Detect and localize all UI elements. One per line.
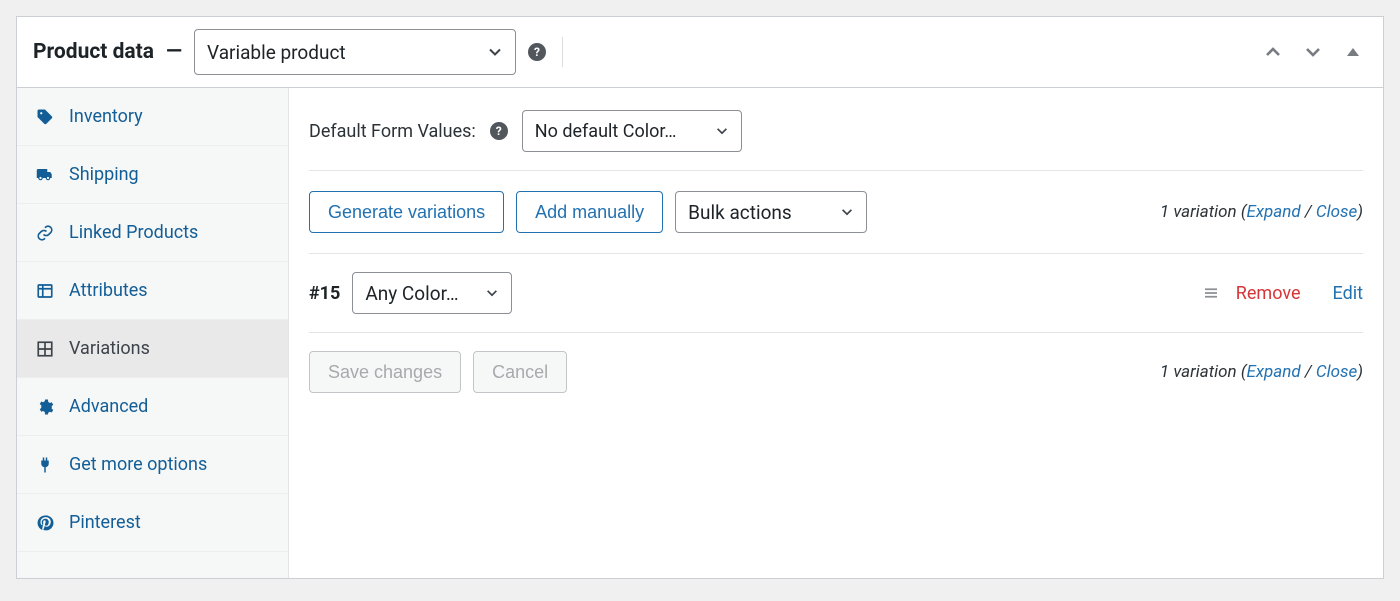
separator [562,37,563,67]
close-link[interactable]: Close [1316,362,1357,382]
count-text: 1 variation [1160,362,1237,382]
expand-link[interactable]: Expand [1246,202,1300,222]
tag-icon [35,108,55,126]
link-icon [35,224,55,242]
grid-icon [35,340,55,358]
default-color-select[interactable]: No default Color… [522,110,742,152]
sidebar-item-label: Variations [69,338,150,359]
sidebar-item-label: Get more options [69,454,207,475]
plug-icon [35,456,55,474]
bulk-actions-label: Bulk actions [688,201,792,224]
default-values-row: Default Form Values: ? No default Color… [309,104,1363,170]
sidebar-item-label: Advanced [69,396,148,417]
sidebar-item-more[interactable]: Get more options [17,436,288,494]
variations-footer: Save changes Cancel 1 variation (Expand … [309,333,1363,411]
chevron-down-icon [840,205,854,219]
sidebar-item-advanced[interactable]: Advanced [17,378,288,436]
collapse-toggle[interactable] [1339,38,1367,66]
dash: — [166,40,182,64]
variation-row: #15 Any Color… Remove Edit [309,254,1363,333]
move-up-button[interactable] [1259,38,1287,66]
sidebar-item-variations[interactable]: Variations [17,320,288,378]
bulk-actions-select[interactable]: Bulk actions [675,191,867,233]
sidebar-item-linked[interactable]: Linked Products [17,204,288,262]
edit-variation-button[interactable]: Edit [1333,283,1363,304]
main-content: Default Form Values: ? No default Color…… [289,88,1383,578]
help-icon[interactable]: ? [528,43,546,61]
product-type-label: Variable product [207,41,346,64]
sidebar-item-inventory[interactable]: Inventory [17,88,288,146]
save-changes-button[interactable]: Save changes [309,351,461,393]
variation-attribute-value: Any Color… [365,282,458,305]
variations-count: 1 variation (Expand / Close) [1160,202,1363,222]
remove-variation-button[interactable]: Remove [1236,283,1301,304]
chevron-down-icon [487,44,503,60]
generate-variations-button[interactable]: Generate variations [309,191,504,233]
default-color-value: No default Color… [535,121,677,142]
sidebar-item-attributes[interactable]: Attributes [17,262,288,320]
sidebar-item-label: Shipping [69,164,139,185]
product-data-panel: Product data — Variable product ? [16,16,1384,579]
panel-title: Product data [33,40,154,64]
pinterest-icon [35,514,55,532]
expand-link[interactable]: Expand [1246,362,1300,382]
sidebar-item-shipping[interactable]: Shipping [17,146,288,204]
panel-body: Inventory Shipping Linked Products Attri… [17,88,1383,578]
close-link[interactable]: Close [1316,202,1357,222]
chevron-down-icon [485,286,499,300]
sidebar-item-label: Attributes [69,280,148,301]
variation-id: #15 [309,283,340,304]
sidebar-item-pinterest[interactable]: Pinterest [17,494,288,552]
panel-header: Product data — Variable product ? [17,17,1383,88]
drag-handle-icon[interactable] [1198,284,1224,302]
variations-count: 1 variation (Expand / Close) [1160,362,1363,382]
cancel-button[interactable]: Cancel [473,351,567,393]
product-type-select[interactable]: Variable product [194,29,516,75]
sidebar-item-label: Inventory [69,106,143,127]
gear-icon [35,398,55,416]
move-down-button[interactable] [1299,38,1327,66]
count-text: 1 variation [1160,202,1237,222]
add-manually-button[interactable]: Add manually [516,191,663,233]
sidebar-item-label: Pinterest [69,512,141,533]
variations-toolbar: Generate variations Add manually Bulk ac… [309,170,1363,254]
sidebar: Inventory Shipping Linked Products Attri… [17,88,289,578]
list-icon [35,282,55,300]
sidebar-item-label: Linked Products [69,222,198,243]
truck-icon [35,166,55,184]
help-icon[interactable]: ? [490,122,508,140]
chevron-down-icon [715,124,729,138]
variation-attribute-select[interactable]: Any Color… [352,272,512,314]
default-values-label: Default Form Values: [309,121,476,142]
